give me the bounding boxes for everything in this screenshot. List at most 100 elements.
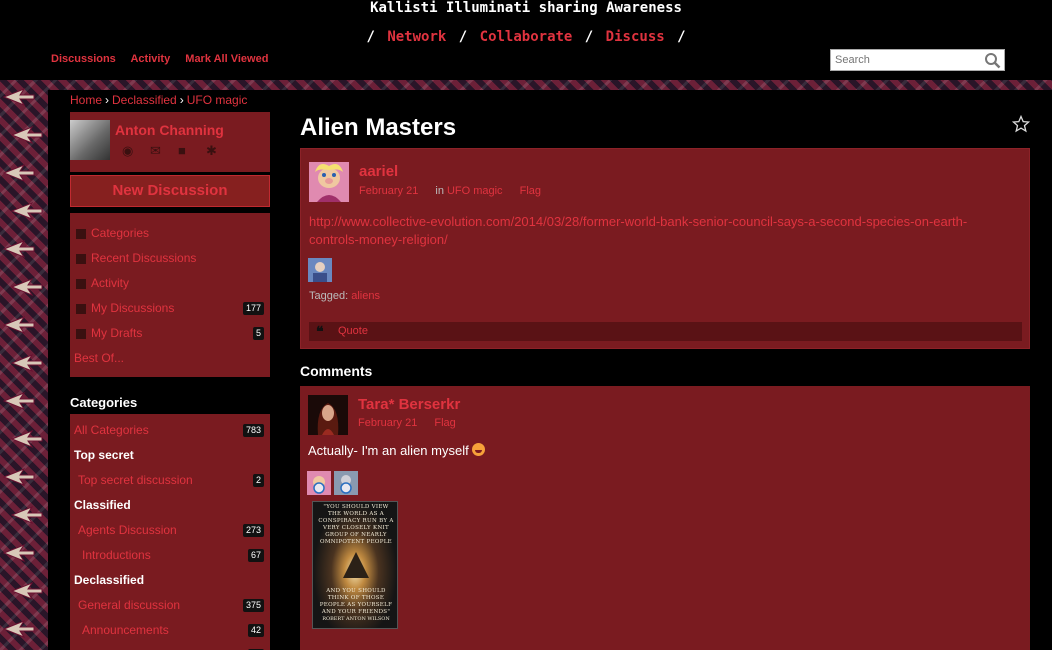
comment-flag-link[interactable]: Flag bbox=[434, 417, 455, 429]
quote-icon: ❝ bbox=[316, 323, 324, 339]
comment-author-avatar[interactable] bbox=[308, 395, 348, 435]
comment-image[interactable]: "YOU SHOULD VIEW THE WORLD AS A CONSPIRA… bbox=[312, 501, 398, 629]
me-box: Anton Channing ◉ ✉ ■ ✱ bbox=[70, 112, 270, 172]
category-item-all-categories[interactable]: All Categories 783 bbox=[70, 418, 270, 443]
post-body-link[interactable]: http://www.collective-evolution.com/2014… bbox=[309, 213, 1009, 249]
post-date[interactable]: February 21 bbox=[359, 185, 418, 197]
comment-body: Actually- I'm an alien myself bbox=[308, 442, 1008, 460]
bookmark-star-icon[interactable] bbox=[1012, 115, 1030, 133]
decorative-arrow-icon bbox=[2, 163, 35, 183]
breadcrumb-home[interactable]: Home bbox=[70, 93, 102, 107]
categories-icon bbox=[76, 229, 86, 239]
sidebar-nav: Categories Recent Discussions Activity M… bbox=[70, 213, 270, 377]
main-nav: / Network / Collaborate / Discuss / bbox=[366, 29, 686, 45]
user-name[interactable]: Anton Channing bbox=[115, 122, 224, 138]
site-header: Kallisti Illuminati sharing Awareness / … bbox=[0, 0, 1052, 80]
decorative-arrow-icon bbox=[10, 505, 43, 525]
tag-link[interactable]: aliens bbox=[351, 290, 380, 302]
new-discussion-button[interactable]: New Discussion bbox=[70, 175, 270, 207]
notifications-icon[interactable]: ◉ bbox=[122, 144, 136, 158]
settings-icon[interactable]: ✱ bbox=[206, 144, 220, 158]
nav-discuss[interactable]: Discuss bbox=[606, 29, 665, 45]
sidebar-item-my-drafts[interactable]: My Drafts 5 bbox=[70, 321, 270, 346]
category-item-top-secret-discussion[interactable]: Top secret discussion 2 bbox=[70, 468, 270, 493]
sidebar-item-best-of[interactable]: Best Of... bbox=[70, 346, 270, 371]
count-badge: 2 bbox=[252, 474, 264, 487]
reaction-avatar[interactable] bbox=[307, 471, 331, 495]
discussion-title: Alien Masters bbox=[300, 114, 457, 141]
comment-meta: February 21 Flag bbox=[358, 417, 456, 429]
grin-emoji-icon bbox=[472, 443, 486, 456]
breadcrumb-declassified[interactable]: Declassified bbox=[112, 93, 177, 107]
decorative-arrow-icon bbox=[2, 543, 35, 563]
me-icons: ◉ ✉ ■ ✱ bbox=[122, 144, 220, 158]
sidebar-item-categories[interactable]: Categories bbox=[70, 221, 270, 246]
user-avatar[interactable] bbox=[70, 120, 110, 160]
discussions-icon bbox=[76, 254, 86, 264]
reaction-avatar[interactable] bbox=[334, 471, 358, 495]
category-item-agents-discussion[interactable]: Agents Discussion 273 bbox=[70, 518, 270, 543]
count-badge: 67 bbox=[247, 549, 264, 562]
site-title: Kallisti Illuminati sharing Awareness bbox=[370, 0, 682, 16]
quote-button[interactable]: Quote bbox=[338, 325, 368, 337]
decorative-arrow-icon bbox=[2, 391, 35, 411]
count-badge: 5 bbox=[252, 327, 264, 340]
comment: Tara* Berserkr February 21 Flag Actually… bbox=[300, 386, 1030, 650]
post-author[interactable]: aariel bbox=[359, 163, 398, 180]
decorative-arrow-icon bbox=[2, 467, 35, 487]
sidebar-item-recent-discussions[interactable]: Recent Discussions bbox=[70, 246, 270, 271]
decorative-arrow-icon bbox=[10, 429, 43, 449]
nav-network[interactable]: Network bbox=[387, 29, 446, 45]
top-links: Discussions Activity Mark All Viewed bbox=[51, 53, 280, 65]
comment-author[interactable]: Tara* Berserkr bbox=[358, 396, 460, 413]
decorative-arrow-icon bbox=[2, 87, 35, 107]
bookmarks-icon[interactable]: ■ bbox=[178, 144, 192, 158]
count-badge: 783 bbox=[242, 424, 264, 437]
comment-date[interactable]: February 21 bbox=[358, 417, 417, 429]
search-icon[interactable] bbox=[984, 52, 1001, 69]
top-link-activity[interactable]: Activity bbox=[130, 53, 170, 65]
category-item-introductions[interactable]: Introductions 67 bbox=[70, 543, 270, 568]
tags-line: Tagged: aliens bbox=[309, 290, 380, 302]
top-link-discussions[interactable]: Discussions bbox=[51, 53, 116, 65]
sidebar-item-activity[interactable]: Activity bbox=[70, 271, 270, 296]
top-link-mark-all-viewed[interactable]: Mark All Viewed bbox=[185, 53, 268, 65]
category-item-issues[interactable]: Issues22 bbox=[70, 643, 270, 650]
flag-link[interactable]: Flag bbox=[520, 185, 541, 197]
category-group-top-secret: Top secret bbox=[74, 448, 134, 462]
nav-collaborate[interactable]: Collaborate bbox=[480, 29, 573, 45]
sidebar: Anton Channing ◉ ✉ ■ ✱ New Discussion Ca… bbox=[70, 112, 270, 650]
decorative-arrow-icon bbox=[10, 277, 43, 297]
category-item-announcements[interactable]: Announcements 42 bbox=[70, 618, 270, 643]
decorative-arrow-icon bbox=[2, 239, 35, 259]
author-avatar[interactable] bbox=[309, 162, 349, 202]
count-badge: 273 bbox=[242, 524, 264, 537]
decorative-arrow-icon bbox=[10, 201, 43, 221]
count-badge: 177 bbox=[242, 302, 264, 315]
post-category-link[interactable]: UFO magic bbox=[447, 185, 503, 197]
post-meta: February 21 in UFO magic Flag bbox=[359, 185, 541, 197]
count-badge: 42 bbox=[247, 624, 264, 637]
decorative-arrow-icon bbox=[10, 125, 43, 145]
breadcrumb-ufo-magic[interactable]: UFO magic bbox=[187, 93, 248, 107]
decorative-arrow-icon bbox=[10, 581, 43, 601]
original-post: aariel February 21 in UFO magic Flag http… bbox=[300, 148, 1030, 349]
drafts-icon bbox=[76, 329, 86, 339]
sidebar-item-my-discussions[interactable]: My Discussions 177 bbox=[70, 296, 270, 321]
search-box bbox=[830, 49, 1005, 71]
reaction-bar: ❝ Quote bbox=[309, 322, 1022, 341]
pyramid-graphic bbox=[343, 552, 369, 578]
category-group-declassified: Declassified bbox=[74, 573, 145, 587]
comments-heading: Comments bbox=[300, 363, 373, 379]
category-item-general-discussion[interactable]: General discussion 375 bbox=[70, 593, 270, 618]
decorative-arrow-icon bbox=[2, 619, 35, 639]
search-input[interactable] bbox=[831, 50, 981, 70]
count-badge: 375 bbox=[242, 599, 264, 612]
categories-heading: Categories bbox=[70, 395, 138, 410]
decorative-arrow-icon bbox=[10, 353, 43, 373]
post-category: in UFO magic bbox=[435, 185, 503, 197]
inbox-icon[interactable]: ✉ bbox=[150, 144, 164, 158]
my-discussions-icon bbox=[76, 304, 86, 314]
decorative-arrows bbox=[0, 80, 48, 650]
reaction-avatar[interactable] bbox=[308, 258, 332, 282]
